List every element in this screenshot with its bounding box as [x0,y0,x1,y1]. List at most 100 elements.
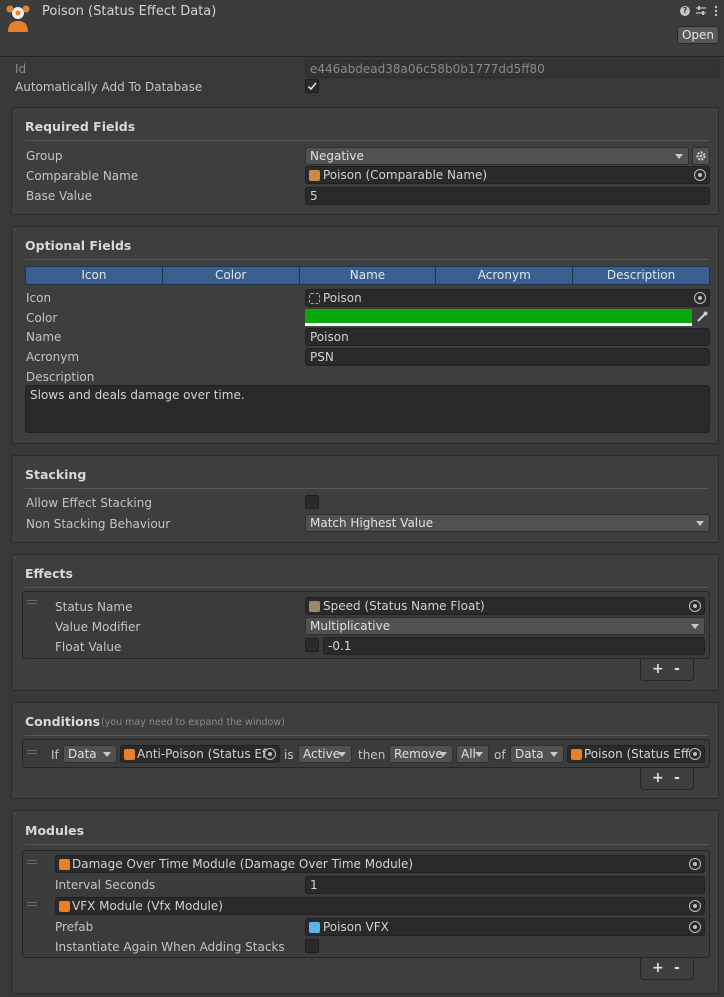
chevron-down-icon [691,624,699,629]
condition-source-value: Data [68,747,97,761]
conditions-section: Conditions (you may need to expand the w… [11,702,719,799]
description-label: Description [26,370,95,384]
object-picker-icon[interactable] [689,921,701,933]
allow-stacking-checkbox[interactable] [305,495,319,509]
drag-handle-icon[interactable] [27,750,37,754]
remove-module-button[interactable]: - [674,960,680,976]
object-picker-icon[interactable] [689,600,701,612]
condition-object-value: Anti-Poison (Status Eff [137,747,271,761]
dot-module-field[interactable]: Damage Over Time Module (Damage Over Tim… [55,855,705,873]
value-modifier-dropdown[interactable]: Multiplicative [305,617,705,635]
drag-handle-icon[interactable] [27,902,37,906]
add-module-button[interactable]: + [652,960,664,976]
instantiate-again-checkbox[interactable] [305,939,319,953]
settings-sliders-icon[interactable] [696,5,706,16]
icon-field[interactable]: Poison [305,289,710,307]
required-fields-title: Required Fields [25,119,136,134]
object-picker-icon[interactable] [689,748,701,760]
tab-name[interactable]: Name [299,266,437,285]
condition-object-field[interactable]: Anti-Poison (Status Eff [120,745,280,763]
condition-target-object-field[interactable]: Poison (Status Eff [567,745,705,763]
divider [25,140,708,141]
conditions-add-remove: + - [640,768,694,790]
comparable-name-label: Comparable Name [26,169,139,183]
tab-icon[interactable]: Icon [25,266,163,285]
remove-condition-button[interactable]: - [674,770,680,786]
id-field: e446abdead38a06c58b0b1777dd5ff80 [305,60,719,78]
float-value-toggle[interactable] [305,638,319,652]
tab-acronym[interactable]: Acronym [436,266,574,285]
open-button[interactable]: Open [677,26,719,44]
chevron-down-icon [338,752,346,757]
optional-fields-section: Optional Fields Icon Color Name Acronym … [11,226,719,444]
divider [25,735,708,736]
description-textarea[interactable]: Slows and deals damage over time. [25,385,710,433]
condition-action-dropdown[interactable]: Remove [389,745,453,763]
more-vert-icon[interactable] [714,5,718,17]
status-effect-asset-icon [5,4,31,34]
modules-add-remove: + - [640,958,694,980]
interval-seconds-label: Interval Seconds [55,878,156,892]
non-stacking-behaviour-dropdown[interactable]: Match Highest Value [305,514,710,532]
prefab-cube-icon [309,922,320,933]
module-asset-icon [59,859,70,870]
group-dropdown-value: Negative [310,149,364,163]
object-picker-icon[interactable] [689,900,701,912]
acronym-field[interactable]: PSN [305,348,710,366]
drag-handle-icon[interactable] [27,600,37,604]
non-stacking-behaviour-label: Non Stacking Behaviour [26,517,171,531]
object-picker-icon[interactable] [694,169,706,181]
prefab-value: Poison VFX [323,920,389,934]
stacking-section: Stacking Allow Effect Stacking Non Stack… [11,455,719,543]
object-picker-icon[interactable] [264,748,276,760]
non-stacking-behaviour-value: Match Highest Value [310,516,434,530]
comparable-name-field[interactable]: Poison (Comparable Name) [305,166,710,184]
color-label: Color [26,311,58,325]
conditions-list: If Data Anti-Poison (Status Eff is Activ… [22,739,710,768]
is-label: is [284,748,294,762]
remove-effect-button[interactable]: - [674,661,680,677]
tab-color[interactable]: Color [162,266,300,285]
drag-handle-icon[interactable] [27,860,37,864]
base-value-field[interactable]: 5 [305,187,710,205]
gear-icon[interactable] [692,147,710,165]
condition-target-source-dropdown[interactable]: Data [510,745,564,763]
name-field[interactable]: Poison [305,328,710,346]
add-condition-button[interactable]: + [652,770,664,786]
chevron-down-icon [439,752,447,757]
value-modifier-value: Multiplicative [310,619,391,633]
conditions-hint: (you may need to expand the window) [101,717,285,728]
status-name-field[interactable]: Speed (Status Name Float) [305,597,705,615]
object-picker-icon[interactable] [694,292,706,304]
color-swatch[interactable] [305,309,692,326]
prefab-field[interactable]: Poison VFX [305,918,705,936]
auto-add-checkbox[interactable] [305,79,319,93]
tab-description[interactable]: Description [573,266,710,285]
modules-list: Damage Over Time Module (Damage Over Tim… [22,850,710,958]
help-icon[interactable]: ? [680,6,690,16]
effects-add-remove: + - [640,659,694,681]
comparable-name-value: Poison (Comparable Name) [323,168,488,182]
add-effect-button[interactable]: + [652,661,664,677]
status-effect-asset-icon [124,749,135,760]
condition-action-value: Remove [394,747,443,761]
condition-target-object-value: Poison (Status Eff [584,747,690,761]
status-effect-asset-icon [571,749,582,760]
stacking-title: Stacking [25,467,87,482]
chevron-down-icon [550,752,558,757]
group-dropdown[interactable]: Negative [305,147,689,165]
condition-state-dropdown[interactable]: Active [298,745,352,763]
condition-scope-dropdown[interactable]: All [456,745,489,763]
vfx-module-field[interactable]: VFX Module (Vfx Module) [55,897,705,915]
float-value-field[interactable]: -0.1 [323,637,705,655]
condition-source-dropdown[interactable]: Data [63,745,117,763]
module-asset-icon [59,901,70,912]
checkmark-icon [307,82,317,91]
inspector-title: Poison (Status Effect Data) [42,4,217,19]
auto-add-label: Automatically Add To Database [15,80,203,94]
effects-section: Effects Status Name Speed (Status Name F… [11,554,719,691]
interval-seconds-field[interactable]: 1 [305,876,705,894]
vfx-module-value: VFX Module (Vfx Module) [72,899,223,913]
eyedropper-icon[interactable] [694,309,710,326]
object-picker-icon[interactable] [689,858,701,870]
